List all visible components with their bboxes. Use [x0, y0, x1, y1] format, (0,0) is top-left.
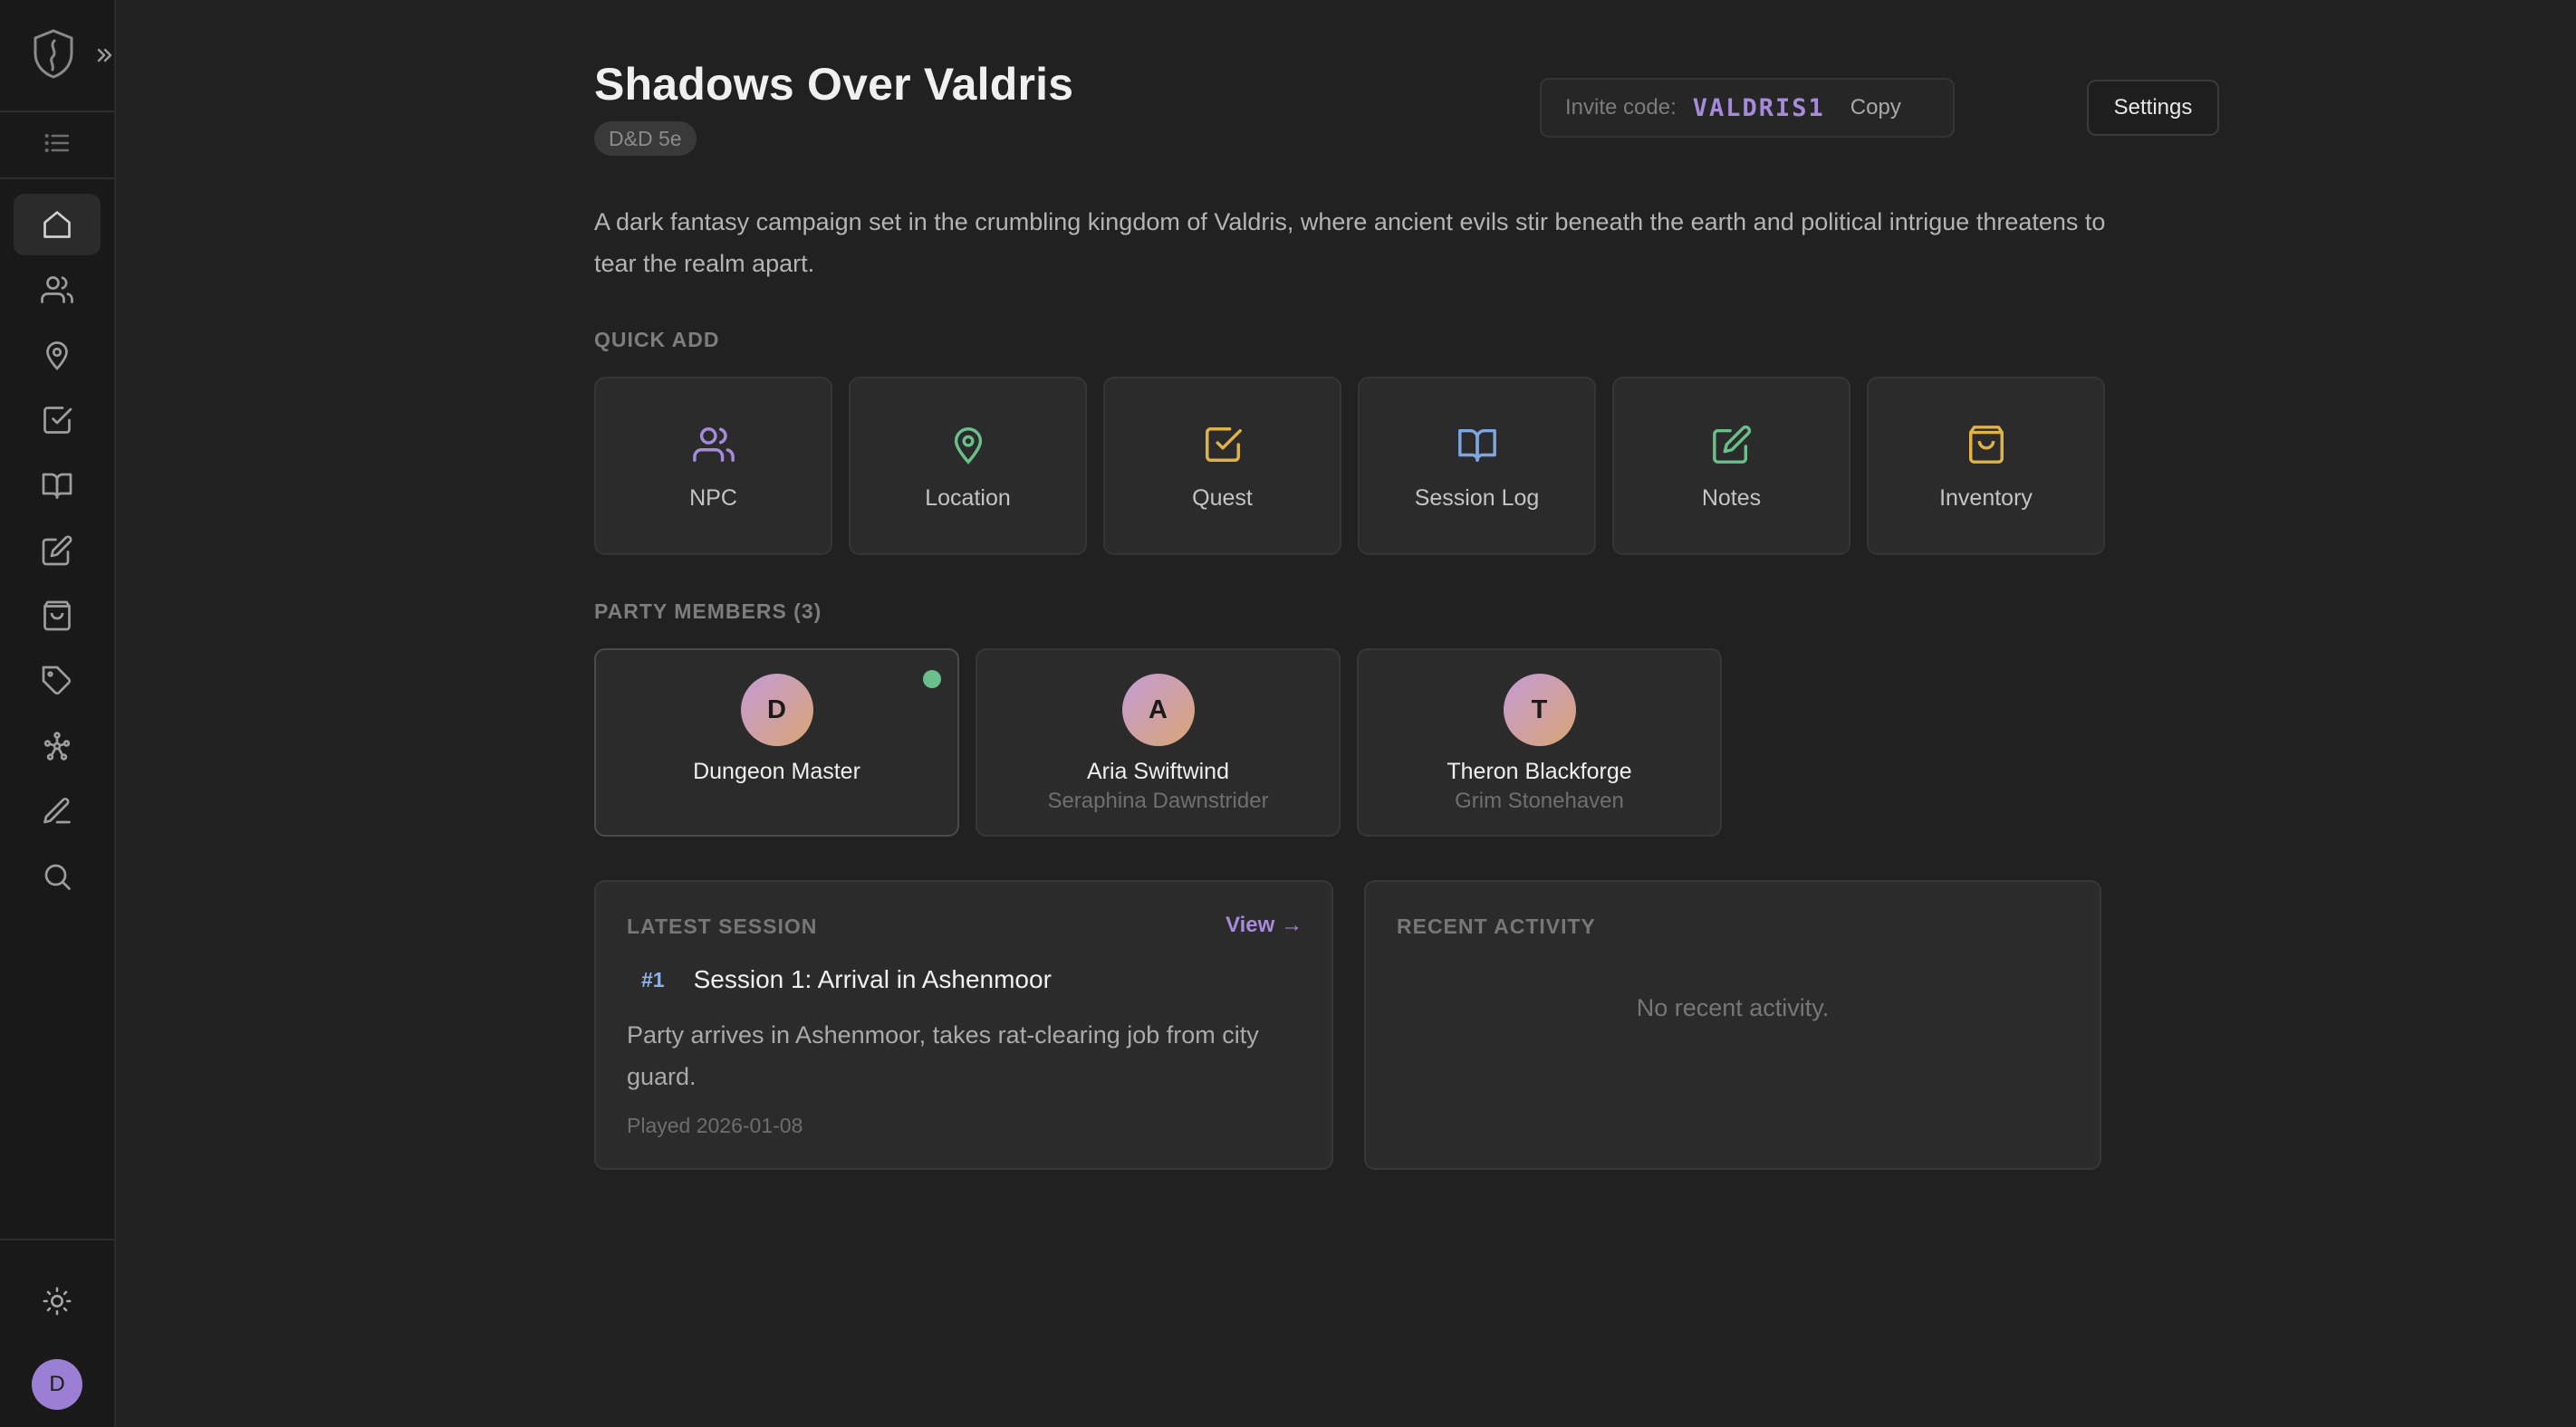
- recent-activity-label: RECENT ACTIVITY: [1397, 915, 1596, 938]
- graph-icon: [43, 732, 71, 761]
- quick-add-label-notes: Notes: [1701, 485, 1762, 511]
- quick-add-quest[interactable]: Quest: [1103, 377, 1341, 555]
- map-pin-icon: [46, 341, 68, 370]
- list-icon: [43, 129, 72, 162]
- member-character-name: Seraphina Dawnstrider: [1047, 789, 1269, 813]
- quick-add-label-session-log: Session Log: [1414, 485, 1540, 511]
- view-session-link[interactable]: View →: [1226, 913, 1302, 938]
- session-title-row[interactable]: #1 Session 1: Arrival in Ashenmoor: [627, 965, 1052, 994]
- home-icon: [43, 211, 71, 238]
- nav-notes[interactable]: [14, 520, 101, 581]
- quick-add-location[interactable]: Location: [849, 377, 1087, 555]
- member-avatar: A: [1121, 674, 1195, 746]
- party-members-label: PARTY MEMBERS (3): [594, 599, 822, 623]
- nav-graph[interactable]: [14, 715, 101, 777]
- check-square-icon: [1202, 424, 1244, 465]
- app-logo-icon[interactable]: [31, 28, 76, 83]
- sidebar: D: [0, 0, 116, 1427]
- online-indicator: [923, 670, 941, 688]
- tag-icon: [42, 666, 72, 695]
- search-icon: [44, 864, 71, 890]
- empty-activity-text: No recent activity.: [1636, 994, 1830, 1021]
- check-square-icon: [43, 407, 72, 434]
- nav-tags[interactable]: [14, 650, 101, 712]
- member-name: Theron Blackforge: [1447, 759, 1632, 784]
- campaign-description: A dark fantasy campaign set in the crumb…: [594, 208, 2106, 277]
- users-icon: [692, 424, 735, 465]
- pen-icon: [43, 797, 71, 824]
- party-member-card[interactable]: D Dungeon Master: [594, 648, 959, 837]
- quick-add-label: QUICK ADD: [594, 328, 720, 351]
- member-avatar: T: [1503, 674, 1576, 746]
- invite-code-box: Invite code: VALDRIS1 Copy: [1540, 78, 1955, 138]
- campaign-dashboard: Shadows Over Valdris D&D 5e Invite code:…: [594, 0, 2219, 1170]
- session-summary: Party arrives in Ashenmoor, takes rat-cl…: [627, 1021, 1259, 1090]
- nav-session-logs[interactable]: [14, 455, 101, 516]
- quick-add-npc[interactable]: NPC: [594, 377, 832, 555]
- copy-invite-button[interactable]: Copy: [1850, 95, 1901, 120]
- party-members-grid: D Dungeon Master A Aria Swiftwind Seraph…: [594, 648, 1722, 837]
- expand-sidebar-icon[interactable]: [91, 42, 118, 69]
- map-pin-icon: [947, 424, 989, 465]
- campaign-title: Shadows Over Valdris: [594, 59, 1074, 110]
- list-view-toggle[interactable]: [0, 112, 114, 179]
- sidebar-nav: [0, 179, 114, 911]
- latest-session-panel: LATEST SESSION View → #1 Session 1: Arri…: [594, 880, 1333, 1170]
- party-member-card[interactable]: A Aria Swiftwind Seraphina Dawnstrider: [976, 648, 1341, 837]
- edit-icon: [42, 535, 72, 566]
- party-member-card[interactable]: T Theron Blackforge Grim Stonehaven: [1357, 648, 1722, 837]
- nav-locations[interactable]: [14, 324, 101, 386]
- member-name: Aria Swiftwind: [1087, 759, 1229, 784]
- book-open-icon: [1456, 424, 1498, 465]
- shopping-bag-icon: [1966, 424, 2007, 465]
- nav-quests[interactable]: [14, 389, 101, 451]
- quick-add-inventory[interactable]: Inventory: [1867, 377, 2105, 555]
- users-icon: [41, 276, 73, 303]
- main-content: Shadows Over Valdris D&D 5e Invite code:…: [116, 0, 2576, 1427]
- member-character-name: Grim Stonehaven: [1455, 789, 1624, 813]
- edit-icon: [1711, 424, 1753, 465]
- sidebar-footer: D: [0, 1239, 114, 1427]
- quick-add-label-npc: NPC: [689, 485, 737, 511]
- sidebar-header: [0, 0, 114, 112]
- nav-inventory[interactable]: [14, 585, 101, 646]
- session-title: Session 1: Arrival in Ashenmoor: [693, 965, 1052, 993]
- invite-code-label: Invite code:: [1565, 95, 1677, 120]
- session-number: #1: [641, 967, 665, 991]
- invite-code-value: VALDRIS1: [1692, 93, 1825, 122]
- theme-toggle-sun-icon[interactable]: [42, 1286, 72, 1321]
- quick-add-session-log[interactable]: Session Log: [1358, 377, 1596, 555]
- nav-search[interactable]: [14, 846, 101, 907]
- quick-add-label-location: Location: [925, 485, 1011, 511]
- nav-dashboard[interactable]: [14, 194, 101, 255]
- settings-button[interactable]: Settings: [2087, 80, 2219, 136]
- latest-session-label: LATEST SESSION: [627, 915, 818, 938]
- member-avatar: D: [740, 674, 813, 746]
- shopping-bag-icon: [43, 600, 71, 631]
- quick-add-grid: NPC Location Quest Session Log Notes Inv…: [594, 377, 2105, 555]
- user-avatar[interactable]: D: [32, 1359, 82, 1410]
- quick-add-notes[interactable]: Notes: [1612, 377, 1850, 555]
- book-open-icon: [42, 473, 72, 499]
- nav-draw[interactable]: [14, 781, 101, 842]
- campaign-header: Shadows Over Valdris D&D 5e Invite code:…: [594, 0, 2219, 181]
- recent-activity-panel: RECENT ACTIVITY No recent activity.: [1364, 880, 2101, 1170]
- nav-npcs[interactable]: [14, 259, 101, 321]
- member-name: Dungeon Master: [693, 759, 860, 784]
- session-played-date: Played 2026-01-08: [627, 1114, 803, 1137]
- game-system-badge: D&D 5e: [594, 121, 697, 156]
- quick-add-label-quest: Quest: [1192, 485, 1253, 511]
- quick-add-label-inventory: Inventory: [1939, 485, 2033, 511]
